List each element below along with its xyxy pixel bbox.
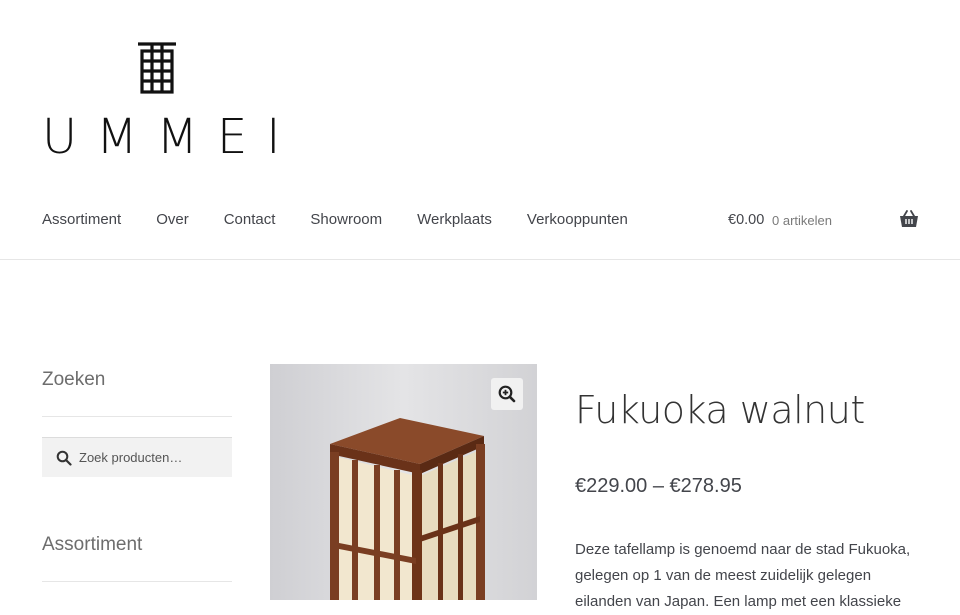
basket-icon[interactable] — [899, 210, 919, 228]
zoom-in-icon — [498, 385, 516, 403]
nav-item-assortiment[interactable]: Assortiment — [42, 210, 121, 230]
zoom-button[interactable] — [491, 378, 523, 410]
nav-item-contact[interactable]: Contact — [224, 210, 276, 230]
nav-item-showroom[interactable]: Showroom — [310, 210, 382, 230]
search-icon — [56, 450, 72, 466]
search-widget-title: Zoeken — [42, 369, 106, 390]
nav-item-over[interactable]: Over — [156, 210, 189, 230]
search-placeholder: Zoek producten… — [79, 450, 183, 465]
nav-item-verkooppunten[interactable]: Verkooppunten — [527, 210, 628, 230]
nav-item-werkplaats[interactable]: Werkplaats — [417, 210, 492, 230]
product-search-input[interactable]: Zoek producten… — [42, 437, 232, 477]
product-title: Fukuoka walnut — [575, 388, 865, 432]
header-divider — [0, 259, 960, 260]
product-description: Deze tafellamp is genoemd naar de stad F… — [575, 541, 911, 610]
cart-count[interactable]: 0 artikelen — [772, 211, 832, 231]
category-widget-title: Assortiment — [42, 534, 143, 555]
site-logo[interactable]: UMMEI — [42, 42, 300, 165]
cart-amount[interactable]: €0.00 — [728, 210, 764, 230]
widget-divider — [42, 416, 232, 417]
main-navigation: Assortiment Over Contact Showroom Werkpl… — [42, 210, 663, 230]
product-price: €229.00 – €278.95 — [575, 475, 742, 497]
widget-divider — [42, 581, 232, 582]
logo-wordmark: UMMEI — [42, 109, 300, 165]
logo-mark-icon — [138, 42, 176, 94]
